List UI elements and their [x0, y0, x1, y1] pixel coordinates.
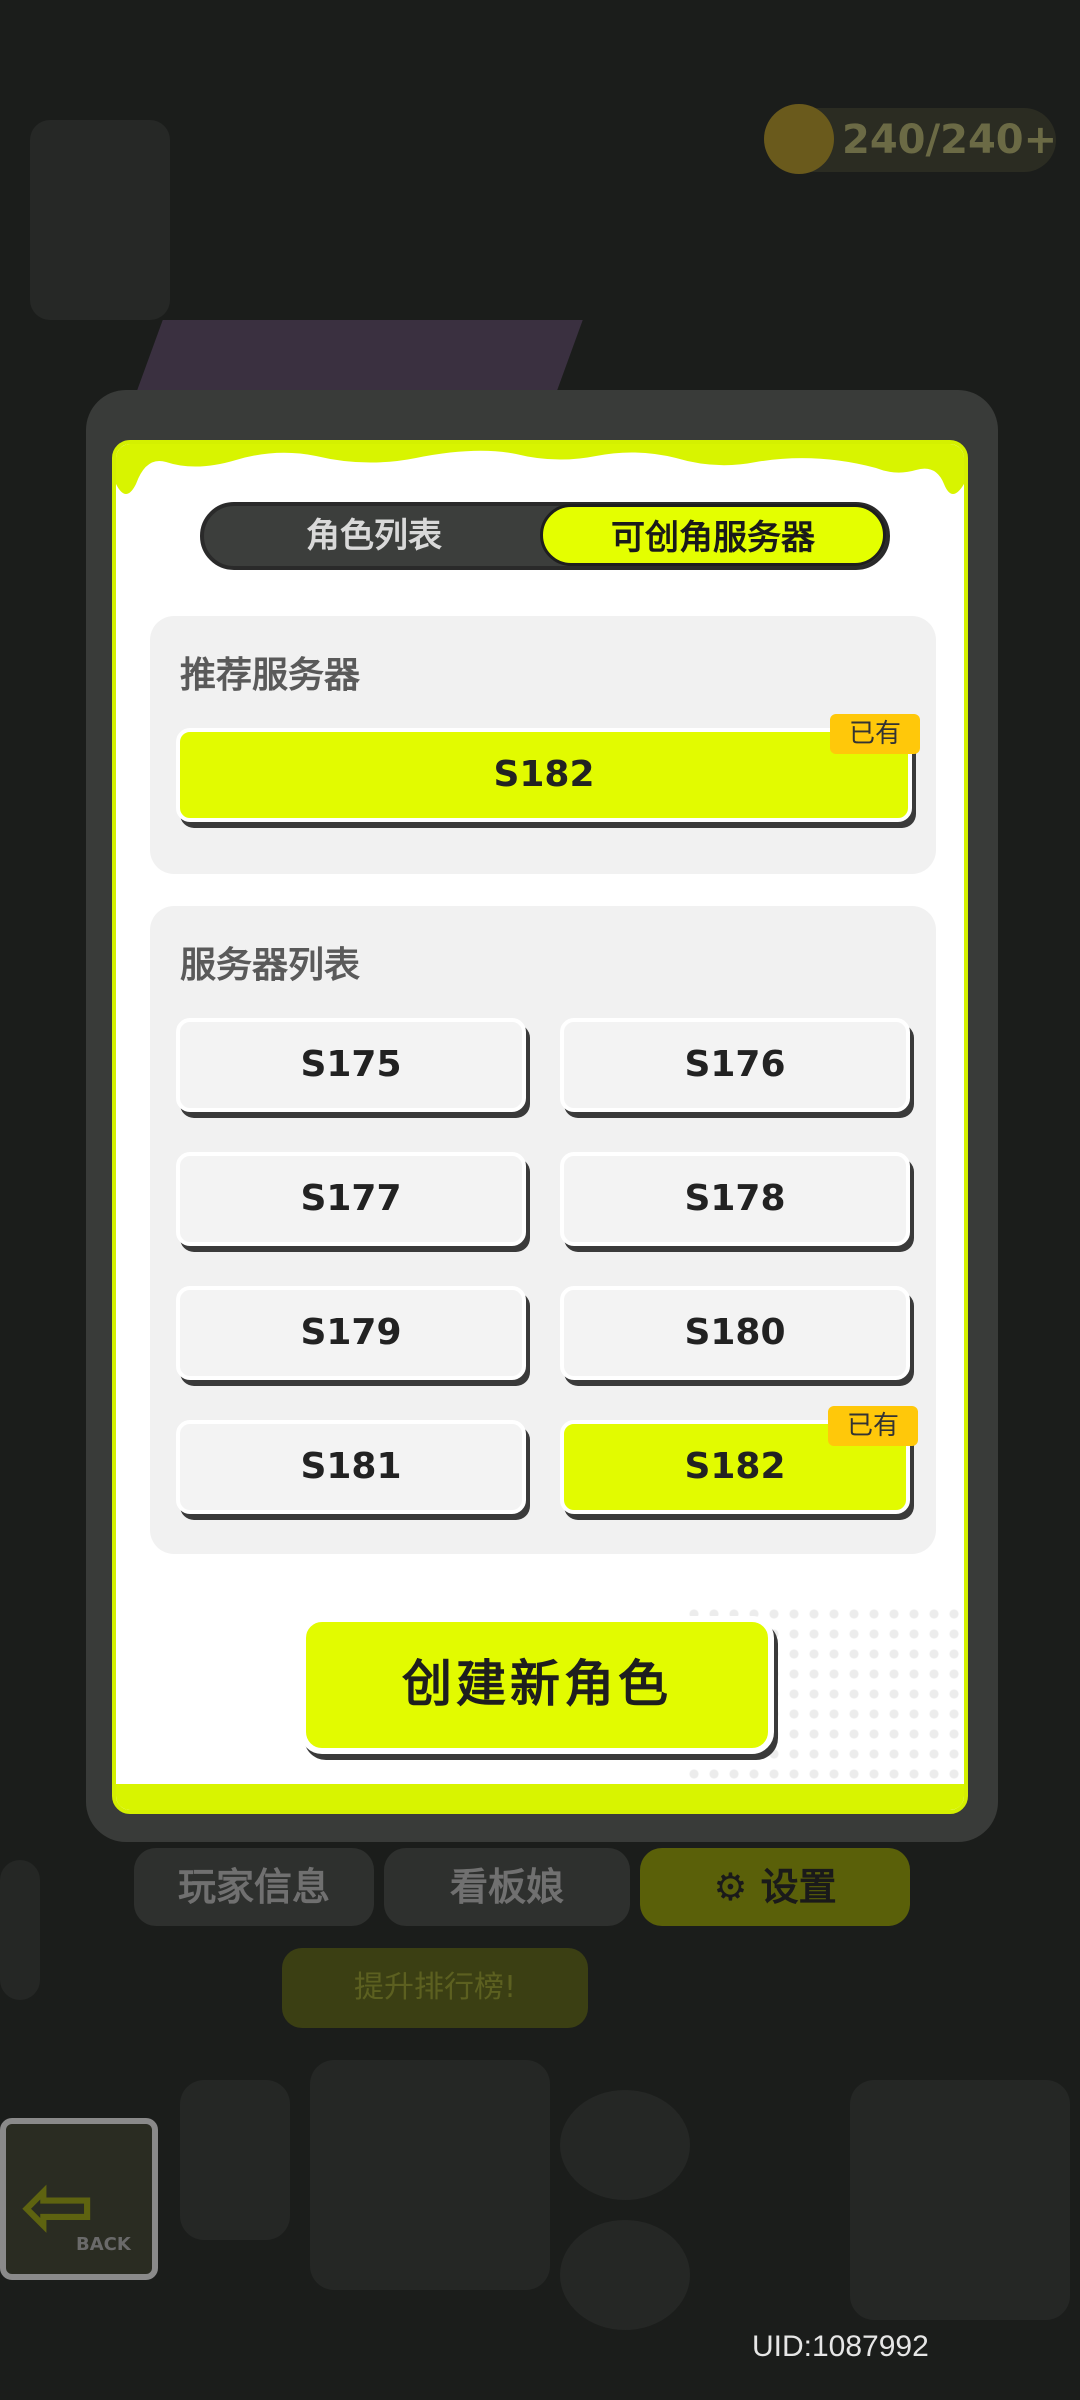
server-list-section: 服务器列表 S175 S176 S177 S178 S179 S180 S181… [150, 906, 936, 1554]
mascot-button: 看板娘 [384, 1848, 630, 1926]
settings-button: ⚙ 设置 [640, 1848, 910, 1926]
mascot-label: 看板娘 [449, 1865, 564, 1909]
server-name: S178 [684, 1178, 786, 1219]
uid-label: UID:1087992 [752, 2330, 929, 2363]
deity-button [310, 2060, 550, 2290]
tab-creatable-servers[interactable]: 可创角服务器 [540, 504, 886, 566]
server-button-owned[interactable]: S182 已有 [560, 1406, 918, 1514]
gear-icon: ⚙ [713, 1865, 748, 1909]
summon-button [850, 2080, 1070, 2320]
server-name: S175 [300, 1044, 402, 1085]
server-name: S182 [684, 1446, 786, 1487]
server-button[interactable]: S177 [176, 1152, 526, 1246]
section-title: 推荐服务器 [180, 655, 361, 696]
create-character-button[interactable]: 创建新角色 [300, 1616, 774, 1754]
energy-icon [764, 104, 834, 174]
player-info-button: 玩家信息 [134, 1848, 374, 1926]
server-name: S176 [684, 1044, 786, 1085]
background-stripe [137, 320, 583, 390]
back-label: BACK [76, 2234, 131, 2255]
player-info-label: 玩家信息 [177, 1865, 330, 1909]
server-name: S177 [300, 1178, 402, 1219]
server-button[interactable]: S175 [176, 1018, 526, 1112]
server-button[interactable]: S178 [560, 1152, 910, 1246]
owned-badge: 已有 [828, 1406, 918, 1446]
lock-icon [560, 2090, 690, 2200]
server-button[interactable]: S181 [176, 1420, 526, 1514]
dialog-footer-bar [116, 1784, 964, 1810]
back-button[interactable]: ⇦ BACK [0, 2118, 158, 2280]
server-button[interactable]: S180 [560, 1286, 910, 1380]
upgrade-label: 提升排行榜! [353, 1970, 517, 2005]
lock-icon [560, 2220, 690, 2330]
server-select-dialog: 角色列表 可创角服务器 推荐服务器 S182 已有 服务器列表 S175 S17… [112, 440, 968, 1814]
settings-label: 设置 [760, 1865, 837, 1909]
server-name: S179 [300, 1312, 402, 1353]
recommended-server-button[interactable]: S182 已有 [176, 714, 920, 822]
shop-button [180, 2080, 290, 2240]
energy-value: 240/240+ [842, 117, 1058, 163]
tab-role-list[interactable]: 角色列表 [204, 506, 544, 566]
server-name: S181 [300, 1446, 402, 1487]
server-button[interactable]: S176 [560, 1018, 910, 1112]
server-button[interactable]: S179 [176, 1286, 526, 1380]
player-avatar [30, 120, 170, 320]
server-name: S182 [493, 754, 595, 795]
recommended-server-section: 推荐服务器 S182 已有 [150, 616, 936, 874]
energy-counter: 240/240+ [764, 104, 1058, 174]
owned-badge: 已有 [830, 714, 920, 754]
background-panel [0, 1860, 40, 2000]
section-title: 服务器列表 [180, 945, 361, 986]
tab-bar: 角色列表 可创角服务器 [200, 502, 890, 570]
server-name: S180 [684, 1312, 786, 1353]
upgrade-banner: 提升排行榜! [282, 1948, 588, 2028]
